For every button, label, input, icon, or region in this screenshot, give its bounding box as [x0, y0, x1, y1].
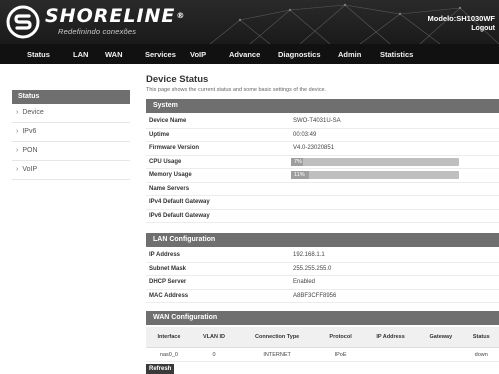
cell-vlan-id: 0 [191, 347, 237, 362]
cell-ip-address [362, 347, 419, 362]
sidebar: Status › Device › IPv6 › PON › VoIP [12, 90, 130, 180]
memory-usage-bar: 11% [291, 171, 459, 179]
sidebar-item-pon[interactable]: › PON [12, 142, 130, 161]
sidebar-title: Status [12, 90, 130, 104]
uptime-row: Uptime 00:03:49 [146, 129, 499, 142]
ip-address-row: IP Address 192.168.1.1 [146, 249, 499, 263]
table-row: nas0_0 0 INTERNET IPoE down [146, 347, 499, 362]
model-label: Modelo:SH1030WF [427, 14, 495, 23]
sidebar-item-ipv6[interactable]: › IPv6 [12, 123, 130, 142]
nav-voip[interactable]: VoIP [190, 50, 206, 59]
col-gateway: Gateway [418, 327, 464, 348]
name-servers-row: Name Servers [146, 183, 499, 196]
nav-status[interactable]: Status [27, 50, 50, 59]
cpu-usage-row: CPU Usage 7% [146, 156, 499, 169]
dhcp-server-row: DHCP Server Enabled [146, 276, 499, 290]
sidebar-item-voip[interactable]: › VoIP [12, 161, 130, 180]
col-status: Status [463, 327, 499, 348]
page-description: This page shows the current status and s… [146, 87, 327, 93]
nav-lan[interactable]: LAN [73, 50, 88, 59]
chevron-right-icon: › [16, 166, 19, 173]
chevron-right-icon: › [16, 109, 19, 116]
page-header: Device Status This page shows the curren… [146, 74, 499, 93]
col-ip-address: IP Address [362, 327, 419, 348]
cell-status: down [463, 347, 499, 362]
page-title: Device Status [146, 74, 209, 85]
trademark: ® [176, 11, 186, 20]
col-vlan-id: VLAN ID [191, 327, 237, 348]
device-name-row: Device Name SWO-T4031U-SA [146, 115, 499, 129]
shoreline-logo-icon [6, 5, 40, 39]
nav-wan[interactable]: WAN [105, 50, 123, 59]
nav-statistics[interactable]: Statistics [380, 50, 413, 59]
wan-table-header: Interface VLAN ID Connection Type Protoc… [146, 327, 499, 348]
sidebar-item-device[interactable]: › Device [12, 104, 130, 123]
cell-gateway [418, 347, 464, 362]
subnet-mask-row: Subnet Mask 255.255.255.0 [146, 263, 499, 276]
logout-link[interactable]: Logout [471, 25, 495, 32]
system-section-header: System [146, 99, 499, 113]
wan-section-header: WAN Configuration [146, 311, 499, 325]
lan-section-header: LAN Configuration [146, 233, 499, 247]
memory-usage-row: Memory Usage 11% [146, 169, 499, 183]
memory-usage-value: 11% [294, 172, 305, 178]
cell-interface: nas0_0 [146, 347, 192, 362]
cell-connection-type: INTERNET [236, 347, 319, 362]
wan-table: Interface VLAN ID Connection Type Protoc… [146, 327, 499, 362]
col-interface: Interface [146, 327, 192, 348]
chevron-right-icon: › [16, 128, 19, 135]
main-nav: Status LAN WAN Services VoIP Advance Dia… [0, 44, 499, 64]
firmware-row: Firmware Version V4.0-23020851 [146, 142, 499, 156]
col-connection-type: Connection Type [236, 327, 319, 348]
cpu-usage-value: 7% [294, 158, 302, 165]
brand-tagline: Redefinindo conexões [58, 27, 137, 36]
nav-advance[interactable]: Advance [229, 50, 260, 59]
refresh-button[interactable]: Refresh [146, 364, 175, 374]
brand-name: SHORELINE® [45, 5, 186, 27]
ipv4-gateway-row: IPv4 Default Gateway [146, 196, 499, 210]
nav-admin[interactable]: Admin [338, 50, 361, 59]
cell-protocol: IPoE [318, 347, 363, 362]
ipv6-gateway-row: IPv6 Default Gateway [146, 210, 499, 223]
cpu-usage-bar: 7% [291, 157, 459, 166]
header-banner: SHORELINE® Redefinindo conexões Modelo:S… [0, 0, 499, 44]
nav-diagnostics[interactable]: Diagnostics [278, 50, 321, 59]
chevron-right-icon: › [16, 147, 19, 154]
col-protocol: Protocol [318, 327, 363, 348]
nav-services[interactable]: Services [145, 50, 176, 59]
mac-address-row: MAC Address A8BF3CFF8956 [146, 290, 499, 303]
